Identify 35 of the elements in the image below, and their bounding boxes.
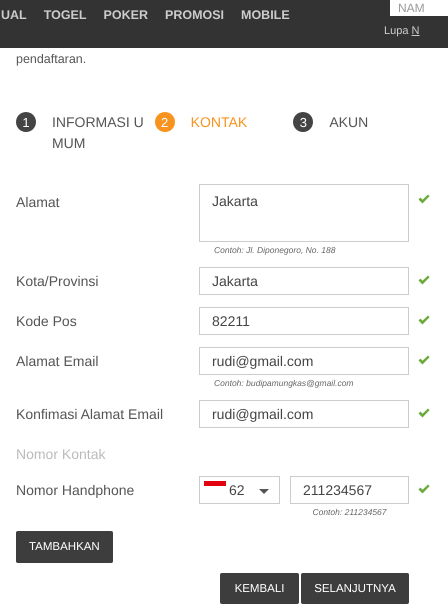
caret-icon <box>259 489 269 494</box>
back-button[interactable]: KEMBALI <box>220 573 299 604</box>
intro-text: pendaftaran. <box>16 52 88 66</box>
country-code-select[interactable]: 62 <box>199 476 280 504</box>
phone-field[interactable]: 211234567 <box>290 476 409 504</box>
step-number[interactable]: 1 <box>16 112 36 132</box>
field-label: Konfimasi Alamat Email <box>16 405 164 422</box>
nav-link[interactable]: POKER <box>104 8 148 48</box>
step-label: AKUN <box>329 113 370 132</box>
field-label: Alamat <box>16 193 61 210</box>
step-number[interactable]: 3 <box>293 112 314 132</box>
step-label: KONTAK <box>190 113 248 132</box>
next-button[interactable]: SELANJUTNYA <box>301 573 409 604</box>
nav-link[interactable]: PROMOSI <box>165 8 224 48</box>
hint-text: Contoh: Jl. Diponegoro, No. 188 <box>214 245 336 255</box>
field-label: Kota/Provinsi <box>16 272 100 289</box>
nav-link[interactable]: MOBILE <box>241 8 290 48</box>
username-field[interactable]: NAM <box>390 0 448 16</box>
forgot-link[interactable]: N <box>412 25 420 37</box>
input-field[interactable]: 82211 <box>199 307 409 335</box>
section-heading: Nomor Kontak <box>16 446 106 462</box>
field-label: Kode Pos <box>16 312 78 329</box>
nav-link[interactable]: TOGEL <box>44 8 87 48</box>
hint-text: Contoh: 211234567 <box>312 507 387 517</box>
forgot-text: Lupa <box>384 25 408 37</box>
address-field[interactable]: Jakarta <box>199 184 409 242</box>
input-field[interactable]: rudi@gmail.com <box>199 400 409 428</box>
step-label: INFORMASI UMUM <box>52 113 145 153</box>
field-label: Alamat Email <box>16 352 100 369</box>
input-field[interactable]: rudi@gmail.com <box>199 347 409 375</box>
hint-text: Contoh: budipamungkas@gmail.com <box>214 378 355 388</box>
field-label: Nomor Handphone <box>16 481 136 498</box>
input-field[interactable]: Jakarta <box>199 267 409 295</box>
add-button[interactable]: TAMBAHKAN <box>16 531 113 563</box>
nav-link[interactable]: UAL <box>1 8 27 48</box>
